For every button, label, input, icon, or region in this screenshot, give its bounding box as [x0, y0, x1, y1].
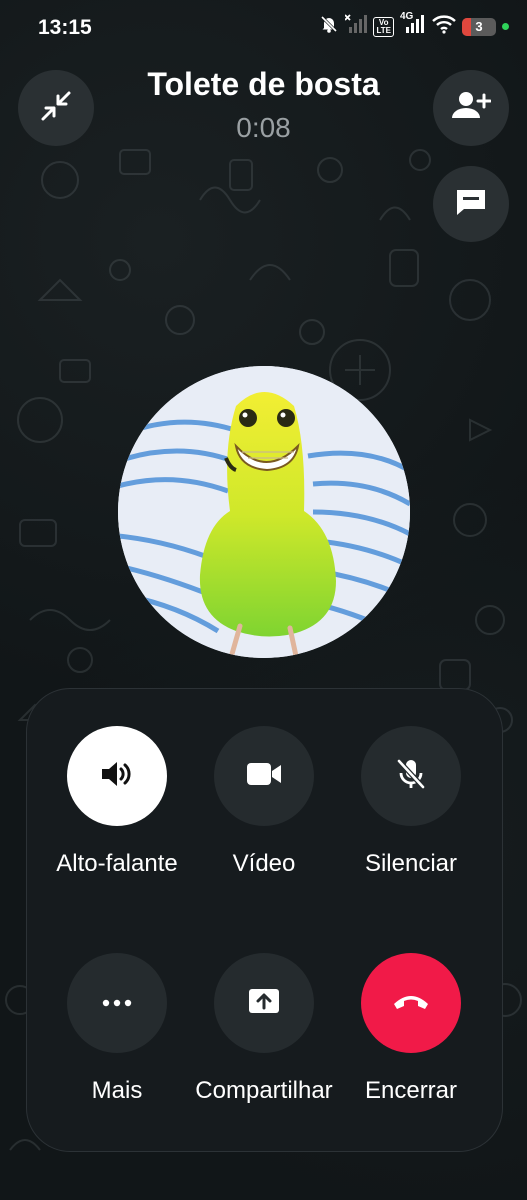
- video-button[interactable]: [214, 726, 314, 826]
- mute-label: Silenciar: [364, 850, 458, 877]
- add-person-icon: [451, 90, 492, 127]
- message-icon: [454, 187, 488, 222]
- 4g-signal-icon: 4G: [400, 11, 426, 39]
- status-icons: Vo LTE 4G 3: [319, 11, 509, 39]
- volte-bottom-text: LTE: [376, 25, 391, 35]
- end-call-button[interactable]: [361, 953, 461, 1053]
- mute-button[interactable]: [361, 726, 461, 826]
- video-label: Vídeo: [232, 850, 296, 877]
- speaker-icon: [100, 759, 134, 794]
- battery-level: 3: [475, 18, 483, 34]
- add-participant-button[interactable]: [433, 70, 509, 146]
- contact-photo: [118, 366, 410, 658]
- end-call-icon: [391, 992, 431, 1015]
- mic-off-icon: [394, 757, 428, 796]
- network-type-text: 4G: [400, 11, 414, 22]
- end-call-label: Encerrar: [364, 1077, 458, 1104]
- wifi-icon: [432, 14, 456, 39]
- volte-icon: Vo LTE: [373, 16, 394, 37]
- call-controls-panel: Alto-falante Vídeo Silenciar Mais Compar…: [26, 688, 503, 1152]
- speaker-button[interactable]: [67, 726, 167, 826]
- speaker-label: Alto-falante: [56, 850, 178, 877]
- no-signal-icon: [344, 14, 368, 39]
- share-screen-button[interactable]: [214, 953, 314, 1053]
- battery-icon: 3: [462, 17, 496, 36]
- share-label: Compartilhar: [195, 1077, 333, 1104]
- status-bar: 13:15 Vo LTE 4G 3: [0, 0, 527, 56]
- share-screen-icon: [247, 986, 281, 1021]
- video-camera-icon: [245, 760, 283, 793]
- open-chat-button[interactable]: [433, 166, 509, 242]
- active-dot-icon: [502, 23, 509, 30]
- more-dots-icon: [102, 994, 132, 1012]
- contact-avatar: [118, 366, 410, 658]
- more-label: Mais: [91, 1077, 143, 1104]
- mute-notifications-icon: [319, 14, 339, 39]
- more-button[interactable]: [67, 953, 167, 1053]
- status-time: 13:15: [38, 16, 92, 39]
